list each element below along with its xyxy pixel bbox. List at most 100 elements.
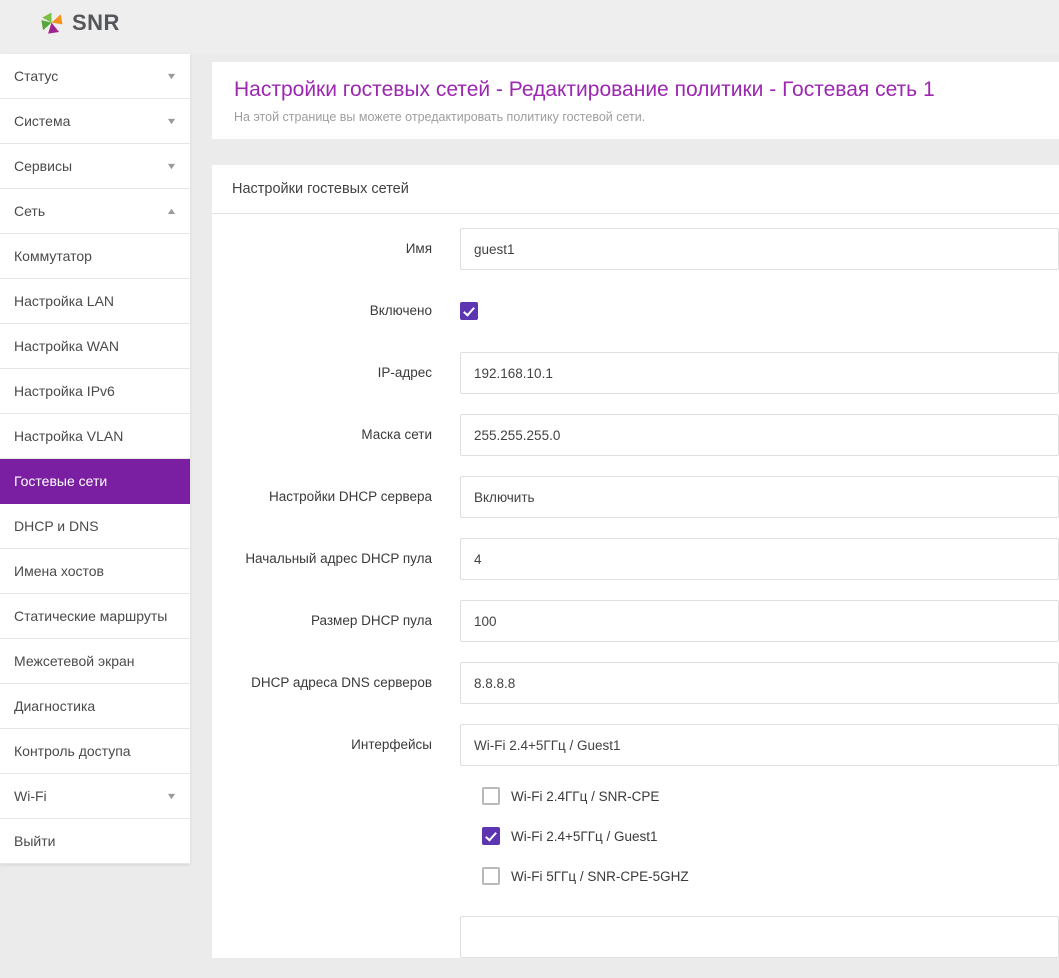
field-label-netmask: Маска сети	[212, 414, 460, 456]
sidebar-item-system[interactable]: Система ▼	[0, 99, 190, 144]
card-title: Настройки гостевых сетей	[212, 165, 1059, 214]
page-header: Настройки гостевых сетей - Редактировани…	[212, 62, 1059, 139]
sidebar-item-label: Wi-Fi	[14, 788, 47, 804]
sidebar: Статус ▼ Система ▼ Сервисы ▼ Сеть ▲ Коммутатор На…	[0, 54, 190, 864]
sidebar-item-label: Коммутатор	[14, 248, 92, 264]
dhcp-pool-size-input[interactable]	[460, 600, 1059, 642]
sidebar-item-access-control[interactable]: Контроль доступа	[0, 729, 190, 774]
enabled-checkbox[interactable]	[460, 302, 478, 320]
sidebar-item-label: Настройка LAN	[14, 293, 114, 309]
sidebar-item-label: Гостевые сети	[14, 473, 107, 489]
chevron-down-icon: ▼	[166, 791, 178, 801]
field-dhcp-pool-start	[460, 538, 1059, 580]
interface-option-label: Wi-Fi 5ГГц / SNR-CPE-5GHZ	[511, 869, 689, 884]
sidebar-item-label: Система	[14, 113, 70, 129]
sidebar-item-label: Контроль доступа	[14, 743, 131, 759]
sidebar-item-dhcp-dns[interactable]: DHCP и DNS	[0, 504, 190, 549]
guest-network-card: Настройки гостевых сетей Имя Включено IP-а…	[212, 165, 1059, 958]
chevron-down-icon: ▼	[166, 71, 178, 81]
sidebar-item-switch[interactable]: Коммутатор	[0, 234, 190, 279]
sidebar-item-hostnames[interactable]: Имена хостов	[0, 549, 190, 594]
form-row-interfaces: ИнтерфейсыWi-Fi 2.4ГГц / SNR-CPEWi-Fi 2.…	[212, 724, 1059, 896]
form-row-dhcp-pool-size: Размер DHCP пула	[212, 600, 1059, 642]
sidebar-item-diagnostics[interactable]: Диагностика	[0, 684, 190, 729]
main-content: Настройки гостевых сетей - Редактировани…	[190, 54, 1059, 978]
form-row-ip-address: IP-адрес	[212, 352, 1059, 394]
guest-network-form: Имя Включено IP-адрес Маска сети Настройки D…	[212, 214, 1059, 958]
dhcp-server-select[interactable]	[460, 476, 1059, 518]
form-row-enabled: Включено	[212, 290, 1059, 332]
sidebar-item-label: DHCP и DNS	[14, 518, 99, 534]
field-label-dhcp-server: Настройки DHCP сервера	[212, 476, 460, 518]
snr-logo: SNR	[38, 10, 120, 37]
sidebar-item-label: Настройка WAN	[14, 338, 119, 354]
sidebar-item-firewall[interactable]: Межсетевой экран	[0, 639, 190, 684]
field-netmask	[460, 414, 1059, 456]
form-row-dhcp-server: Настройки DHCP сервера	[212, 476, 1059, 518]
dhcp-dns-servers-input[interactable]	[460, 662, 1059, 704]
cutoff-field-input[interactable]	[460, 916, 1059, 958]
form-row-dhcp-pool-start: Начальный адрес DHCP пула	[212, 538, 1059, 580]
form-row-name: Имя	[212, 228, 1059, 270]
sidebar-item-lan-settings[interactable]: Настройка LAN	[0, 279, 190, 324]
page-subtitle: На этой странице вы можете отредактирова…	[234, 110, 1037, 124]
chevron-down-icon: ▼	[166, 116, 178, 126]
field-label-enabled: Включено	[212, 290, 460, 332]
sidebar-item-services[interactable]: Сервисы ▼	[0, 144, 190, 189]
field-label-dhcp-pool-size: Размер DHCP пула	[212, 600, 460, 642]
field-label-cutoff-field	[212, 916, 460, 958]
field-label-dhcp-dns-servers: DHCP адреса DNS серверов	[212, 662, 460, 704]
sidebar-item-network[interactable]: Сеть ▲	[0, 189, 190, 234]
field-cutoff-field	[460, 916, 1059, 958]
sidebar-item-label: Сеть	[14, 203, 45, 219]
sidebar-item-status[interactable]: Статус ▼	[0, 54, 190, 99]
chevron-down-icon: ▼	[166, 161, 178, 171]
sidebar-item-label: Настройка IPv6	[14, 383, 115, 399]
sidebar-item-label: Статические маршруты	[14, 608, 167, 624]
form-row-netmask: Маска сети	[212, 414, 1059, 456]
interface-options: Wi-Fi 2.4ГГц / SNR-CPE Wi-Fi 2.4+5ГГц / G…	[460, 766, 1059, 896]
sidebar-item-logout[interactable]: Выйти	[0, 819, 190, 864]
field-label-ip-address: IP-адрес	[212, 352, 460, 394]
app-header: SNR	[0, 0, 1059, 54]
interface-option-wifi-5ghz: Wi-Fi 5ГГц / SNR-CPE-5GHZ	[482, 856, 1059, 896]
sidebar-item-label: Межсетевой экран	[14, 653, 135, 669]
wifi-24ghz-checkbox[interactable]	[482, 787, 500, 805]
interface-option-label: Wi-Fi 2.4+5ГГц / Guest1	[511, 829, 658, 844]
sidebar-item-guest-networks[interactable]: Гостевые сети	[0, 459, 190, 504]
field-label-interfaces: Интерфейсы	[212, 724, 460, 896]
page-layout: Статус ▼ Система ▼ Сервисы ▼ Сеть ▲ Коммутатор На…	[0, 54, 1059, 978]
interface-option-wifi-24ghz: Wi-Fi 2.4ГГц / SNR-CPE	[482, 776, 1059, 816]
netmask-input[interactable]	[460, 414, 1059, 456]
field-name	[460, 228, 1059, 270]
chevron-up-icon: ▲	[166, 206, 178, 216]
sidebar-item-label: Имена хостов	[14, 563, 104, 579]
field-dhcp-dns-servers	[460, 662, 1059, 704]
snr-logo-icon	[38, 10, 65, 37]
form-row-dhcp-dns-servers: DHCP адреса DNS серверов	[212, 662, 1059, 704]
snr-logo-text: SNR	[72, 10, 120, 36]
sidebar-item-label: Выйти	[14, 833, 55, 849]
interfaces-input[interactable]	[460, 724, 1059, 766]
field-label-dhcp-pool-start: Начальный адрес DHCP пула	[212, 538, 460, 580]
page-title: Настройки гостевых сетей - Редактировани…	[234, 77, 1037, 103]
interface-option-wifi-24-5ghz: Wi-Fi 2.4+5ГГц / Guest1	[482, 816, 1059, 856]
sidebar-item-static-routes[interactable]: Статические маршруты	[0, 594, 190, 639]
sidebar-item-vlan-settings[interactable]: Настройка VLAN	[0, 414, 190, 459]
sidebar-item-wifi[interactable]: Wi-Fi ▼	[0, 774, 190, 819]
field-interfaces: Wi-Fi 2.4ГГц / SNR-CPE Wi-Fi 2.4+5ГГц / G…	[460, 724, 1059, 896]
dhcp-pool-start-input[interactable]	[460, 538, 1059, 580]
sidebar-item-wan-settings[interactable]: Настройка WAN	[0, 324, 190, 369]
sidebar-item-label: Настройка VLAN	[14, 428, 123, 444]
field-label-name: Имя	[212, 228, 460, 270]
sidebar-item-ipv6-settings[interactable]: Настройка IPv6	[0, 369, 190, 414]
field-ip-address	[460, 352, 1059, 394]
ip-address-input[interactable]	[460, 352, 1059, 394]
sidebar-item-label: Диагностика	[14, 698, 95, 714]
sidebar-item-label: Статус	[14, 68, 58, 84]
wifi-24-5ghz-checkbox[interactable]	[482, 827, 500, 845]
name-input[interactable]	[460, 228, 1059, 270]
sidebar-item-label: Сервисы	[14, 158, 72, 174]
wifi-5ghz-checkbox[interactable]	[482, 867, 500, 885]
field-dhcp-pool-size	[460, 600, 1059, 642]
